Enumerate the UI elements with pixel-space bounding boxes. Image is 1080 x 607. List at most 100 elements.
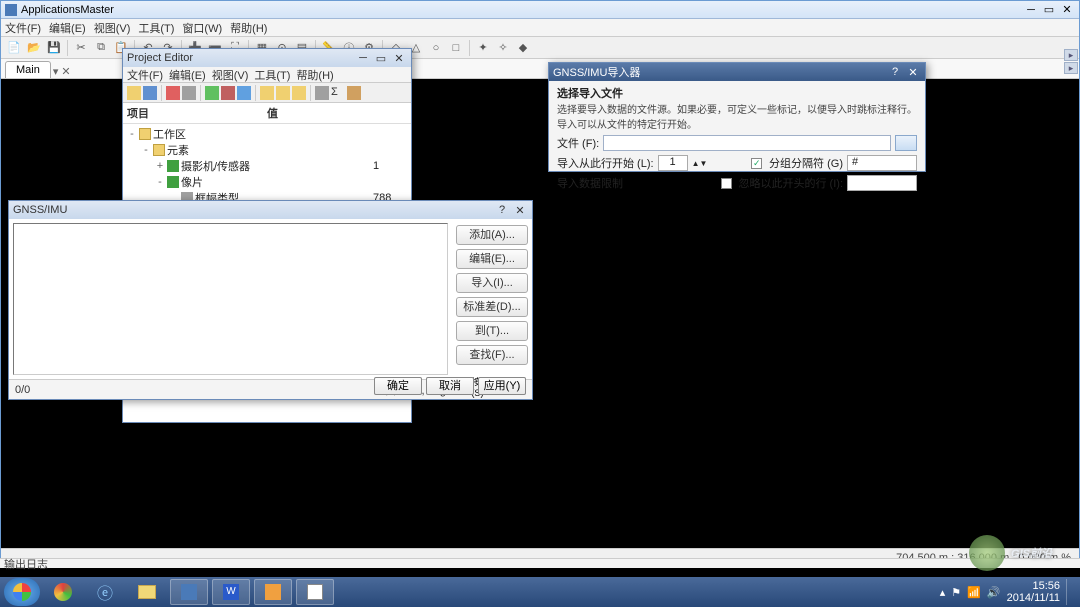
minimize-button[interactable]: ─ (355, 51, 371, 65)
import-wizard-window: GNSS/IMU导入器 ? ✕ 选择导入文件 选择要导入数据的文件源。如果必要，… (548, 62, 926, 172)
pe-menu-help[interactable]: 帮助(H) (296, 67, 333, 83)
ignore-checkbox[interactable] (721, 178, 732, 189)
tb-save-icon[interactable]: 💾 (45, 39, 63, 57)
gnss-imu-titlebar[interactable]: GNSS/IMU ? ✕ (9, 201, 532, 219)
show-desktop-button[interactable] (1066, 579, 1072, 605)
import-wizard-titlebar[interactable]: GNSS/IMU导入器 ? ✕ (549, 63, 925, 81)
close-button[interactable]: ✕ (391, 51, 407, 65)
menu-file[interactable]: 文件(F) (5, 20, 41, 36)
menu-edit[interactable]: 编辑(E) (49, 20, 86, 36)
group-char-input[interactable]: # (847, 155, 917, 171)
pe-menu-file[interactable]: 文件(F) (127, 67, 163, 83)
pe-menu-tools[interactable]: 工具(T) (254, 67, 290, 83)
group-sep-checkbox[interactable] (751, 158, 762, 169)
tray-flag-icon[interactable]: ⚑ (951, 586, 961, 599)
watermark: GIS前沿 (969, 535, 1052, 571)
output-label: 输出日志 (4, 556, 48, 572)
file-input[interactable] (603, 135, 891, 151)
pe-filter-icon[interactable] (347, 86, 361, 100)
start-line-input[interactable]: 1 (658, 155, 688, 171)
pe-menu-view[interactable]: 视图(V) (212, 67, 249, 83)
pe-open-icon[interactable] (127, 86, 141, 100)
find-button[interactable]: 查找(F)... (456, 345, 528, 365)
tray-up-icon[interactable]: ▴ (940, 586, 946, 599)
taskbar-item[interactable] (170, 579, 208, 605)
tb-tool-icon[interactable]: ◆ (514, 39, 532, 57)
minimize-button[interactable]: ─ (1023, 3, 1039, 17)
to-button[interactable]: 到(T)... (456, 321, 528, 341)
close-button[interactable]: ✕ (905, 65, 921, 79)
pe-remove-icon[interactable] (221, 86, 235, 100)
group-sep-label: 分组分隔符 (G) (769, 155, 843, 171)
tab-main[interactable]: Main (5, 61, 51, 78)
ie-icon: ⓔ (97, 580, 113, 604)
output-panel[interactable]: 输出日志 (0, 558, 1080, 568)
help-button[interactable]: ? (494, 203, 510, 217)
tab-close-icon[interactable]: ▾ ✕ (53, 65, 71, 78)
taskbar-item[interactable] (254, 579, 292, 605)
maximize-button[interactable]: ▭ (1041, 3, 1057, 17)
maximize-button[interactable]: ▭ (373, 51, 389, 65)
import-description: 选择要导入数据的文件源。如果必要，可定义一些标记，以便导入时跳标注释行。导入可以… (557, 101, 917, 131)
tb-cut-icon[interactable]: ✂ (72, 39, 90, 57)
pe-add-icon[interactable] (205, 86, 219, 100)
tree-row[interactable]: +摄影机/传感器1 (127, 158, 407, 174)
project-editor-menubar: 文件(F) 编辑(E) 视图(V) 工具(T) 帮助(H) (123, 67, 411, 83)
tb-tool-icon[interactable]: ○ (427, 39, 445, 57)
pe-menu-edit[interactable]: 编辑(E) (169, 67, 206, 83)
browse-button[interactable] (895, 135, 917, 151)
stddev-button[interactable]: 标准差(D)... (456, 297, 528, 317)
tree-row[interactable]: -像片 (127, 174, 407, 190)
taskbar-item[interactable]: W (212, 579, 250, 605)
close-button[interactable]: ✕ (1059, 3, 1075, 17)
tree-row[interactable]: -工作区 (127, 126, 407, 142)
start-button[interactable] (4, 578, 40, 606)
spinner-icon[interactable]: ▲▼ (692, 159, 708, 168)
gnss-imu-list[interactable] (13, 223, 448, 375)
pe-folder-icon[interactable] (292, 86, 306, 100)
pe-sigma-icon[interactable]: Σ (331, 86, 345, 100)
menu-window[interactable]: 窗口(W) (182, 20, 222, 36)
ok-button[interactable]: 确定 (374, 377, 422, 395)
apply-button[interactable]: 应用(Y) (478, 377, 526, 395)
taskbar-item[interactable]: ⓔ (86, 579, 124, 605)
tree-row[interactable]: -元素 (127, 142, 407, 158)
import-button[interactable]: 导入(I)... (456, 273, 528, 293)
menu-help[interactable]: 帮助(H) (230, 20, 267, 36)
right-panel-buttons: ▸ ▸ (1064, 49, 1078, 74)
tb-copy-icon[interactable]: ⧉ (92, 39, 110, 57)
close-button[interactable]: ✕ (512, 203, 528, 217)
panel-toggle[interactable]: ▸ (1064, 62, 1078, 74)
pe-folder-icon[interactable] (276, 86, 290, 100)
tb-tool-icon[interactable]: ✦ (474, 39, 492, 57)
pe-refresh-icon[interactable] (237, 86, 251, 100)
menu-tools[interactable]: 工具(T) (138, 20, 174, 36)
help-button[interactable]: ? (887, 65, 903, 79)
pe-flag-icon[interactable] (166, 86, 180, 100)
tb-new-icon[interactable]: 📄 (5, 39, 23, 57)
tb-tool-icon[interactable]: ✧ (494, 39, 512, 57)
menu-view[interactable]: 视图(V) (94, 20, 131, 36)
cancel-button[interactable]: 取消 (426, 377, 474, 395)
taskbar-item[interactable] (296, 579, 334, 605)
ignore-char-input[interactable] (847, 175, 917, 191)
pe-sort-icon[interactable] (315, 86, 329, 100)
tb-open-icon[interactable]: 📂 (25, 39, 43, 57)
taskbar-item[interactable] (128, 579, 166, 605)
app-titlebar[interactable]: ApplicationsMaster ─ ▭ ✕ (1, 1, 1079, 19)
pe-wand-icon[interactable] (182, 86, 196, 100)
pe-folder-icon[interactable] (260, 86, 274, 100)
word-icon: W (223, 584, 239, 600)
panel-toggle[interactable]: ▸ (1064, 49, 1078, 61)
toolbar-separator (161, 85, 162, 101)
tray-clock[interactable]: 15:56 2014/11/11 (1007, 580, 1060, 604)
add-button[interactable]: 添加(A)... (456, 225, 528, 245)
taskbar-item[interactable] (44, 579, 82, 605)
tb-tool-icon[interactable]: □ (447, 39, 465, 57)
tray-volume-icon[interactable]: 🔊 (987, 586, 1001, 599)
project-editor-titlebar[interactable]: Project Editor ─ ▭ ✕ (123, 49, 411, 67)
pe-save-icon[interactable] (143, 86, 157, 100)
tray-network-icon[interactable]: 📶 (967, 586, 981, 599)
project-editor-title: Project Editor (127, 52, 193, 64)
edit-button[interactable]: 编辑(E)... (456, 249, 528, 269)
